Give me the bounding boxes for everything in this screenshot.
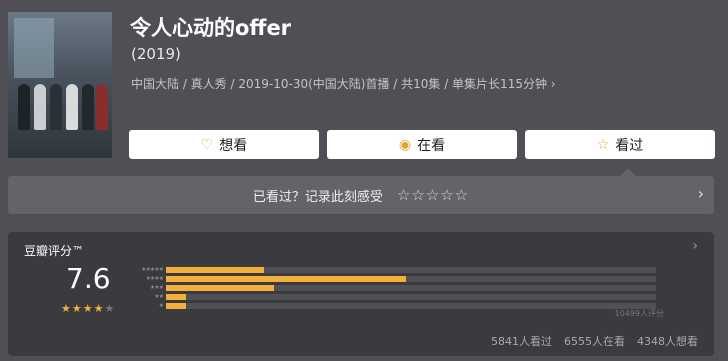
distribution-stars: ★★★ [149, 284, 164, 291]
distribution-bar [166, 284, 274, 291]
watching-button[interactable]: ◉ 在看 [327, 130, 517, 159]
poster-figure [18, 84, 30, 130]
rating-title: 豆瓣评分™ [24, 244, 85, 258]
chevron-right-icon: › [697, 184, 704, 203]
watched-button[interactable]: ☆ 看过 [525, 130, 715, 159]
star-empty-icon: ★ [104, 302, 116, 315]
want-label: 想看 [219, 137, 248, 154]
show-meta-link[interactable]: 中国大陆 / 真人秀 / 2019-10-30(中国大陆)首播 / 共10集 /… [131, 75, 556, 92]
chevron-right-icon[interactable]: › [692, 238, 698, 254]
distribution-bar [166, 266, 264, 273]
watching-label: 在看 [417, 137, 446, 154]
distribution-stars: ★★ [154, 293, 164, 300]
distribution-row: ★★★ [126, 283, 656, 292]
rate-prompt-bar[interactable]: 已看过？记录此刻感受 ☆☆☆☆☆ › [8, 168, 714, 214]
distribution-track [166, 266, 656, 273]
distribution-stars: ★★★★★ [141, 266, 164, 273]
watched-count: 5841人看过 [491, 335, 552, 348]
rating-score: 7.6 [66, 262, 111, 295]
distribution-track [166, 302, 656, 309]
rating-stars: ★★★★★ [61, 302, 115, 315]
watching-count: 6555人在看 [564, 335, 625, 348]
distribution-row: ★★★★★ [126, 265, 656, 274]
star-filled-icon: ★ [93, 302, 105, 315]
poster-image[interactable] [8, 12, 112, 158]
distribution-row: ★★ [126, 292, 656, 301]
poster-figure [96, 84, 108, 130]
watched-label: 看过 [615, 137, 644, 154]
distribution-stars: ★★★★ [145, 275, 164, 282]
distribution-track [166, 284, 656, 291]
watch-stats: 5841人看过 6555人在看 4348人想看 [491, 333, 698, 349]
poster-window [14, 18, 54, 78]
star-icon: ☆ [596, 136, 610, 153]
distribution-track [166, 275, 656, 282]
pointer-arrow [620, 168, 636, 176]
distribution-bar [166, 302, 186, 309]
distribution-bar [166, 293, 186, 300]
rate-stars-input[interactable]: ☆☆☆☆☆ [397, 186, 469, 204]
page-title: 令人心动的offer [130, 16, 292, 40]
heart-plus-icon: ♡ [200, 136, 214, 153]
star-filled-icon: ★ [71, 302, 83, 315]
star-filled-icon: ★ [82, 302, 94, 315]
poster-figure [50, 84, 62, 130]
poster-figure [34, 84, 46, 130]
want-count: 4348人想看 [637, 335, 698, 348]
poster-figure [66, 84, 78, 130]
star-filled-icon: ★ [61, 302, 72, 315]
distribution-bar [166, 275, 407, 282]
circle-dot-icon: ◉ [398, 136, 412, 153]
rate-prompt-text: 已看过？记录此刻感受 [252, 189, 383, 205]
distribution-stars: ★ [158, 302, 164, 309]
rating-panel[interactable]: 豆瓣评分™ › 7.6 ★★★★★ ★★★★★ ★★★★ ★★★ ★★ ★ 10… [8, 232, 714, 356]
poster-figure [82, 84, 94, 130]
release-year: (2019) [131, 45, 181, 63]
rating-distribution: ★★★★★ ★★★★ ★★★ ★★ ★ [126, 265, 656, 310]
distribution-track [166, 293, 656, 300]
distribution-row: ★★★★ [126, 274, 656, 283]
rating-count: 10499人评分 [614, 309, 664, 318]
distribution-row: ★ [126, 301, 656, 310]
want-to-watch-button[interactable]: ♡ 想看 [129, 130, 319, 159]
